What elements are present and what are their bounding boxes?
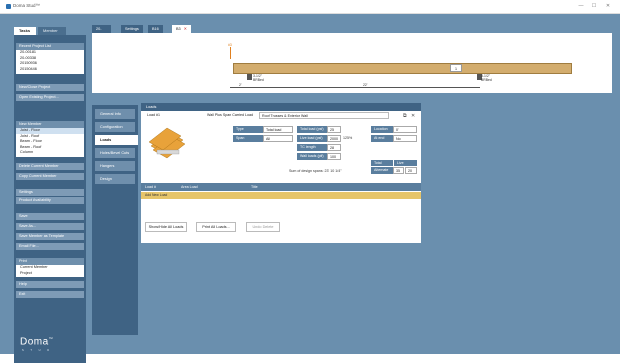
load-marker [230,47,235,59]
left-panel: Tasks Member Recent Project List 20-0018… [0,14,88,363]
print-project[interactable]: Project [16,271,84,277]
delete-load-icon[interactable]: ✕ [411,113,415,119]
span-dimension: 22' [363,83,368,87]
live-load-label: Live load (psf) [297,135,327,142]
left-dimension: 2' [239,83,242,87]
menu-general-info[interactable]: General Info [95,109,135,119]
copy-member-button[interactable]: Copy Current Member [16,173,84,180]
logo-subtitle: S T U D [22,349,53,352]
loads-table-header: Load # Area Load Title [141,183,421,191]
app-icon [6,4,11,9]
tasks-panel: Recent Project List 20-00181 20-00338 20… [14,35,86,363]
new-close-project-button[interactable]: New/Close Project [16,84,84,91]
alt-live-input[interactable]: 20 [405,167,417,174]
menu-hangers[interactable]: Hangers [95,161,135,171]
load-selector-row: Load #1 Wall Plus Span Carried Load Roof… [141,112,421,120]
delete-member-button[interactable]: Delete Current Member [16,163,84,170]
alternate-ratio-label: Alternate ratio [371,167,393,179]
menu-design[interactable]: Design [95,174,135,184]
design-span-sum: Sum of design spans: 23' 10 1/4" [289,169,342,173]
recent-project-item[interactable]: 20150446 [16,67,84,73]
tab-member[interactable]: Member [38,27,66,35]
undo-delete-button[interactable]: Undo Delete [246,222,280,232]
show-hide-loads-button[interactable]: Show/Hide All Loads [145,222,187,232]
tab-project[interactable]: 20-00180 [92,25,111,39]
title-bar: Doma Stud™ — ☐ ✕ [0,0,620,14]
menu-configuration[interactable]: Configuration [95,122,135,132]
tab-tasks[interactable]: Tasks [14,27,36,35]
recent-projects-header: Recent Project List [16,43,84,50]
close-button[interactable]: ✕ [603,2,613,11]
email-file-button[interactable]: Email File... [16,243,84,250]
recent-projects-list: 20-00181 20-00338 20150936 20150446 [16,50,84,74]
exit-button[interactable]: Exit [16,291,84,298]
window-title: Doma Stud™ [13,3,41,8]
menu-holes-bevel[interactable]: Holes/Bevel Cuts [95,148,135,158]
beam-label: 1 [450,64,462,72]
load-source-field[interactable]: Roof Trusses & Exterior Wall [259,112,389,119]
location-label: Location [371,126,393,133]
minimize-button[interactable]: — [576,2,586,11]
left-support-label: 3-1/2" BRBed [253,74,264,82]
beam-member [233,63,572,74]
tab-b3-label: B3 [176,27,181,31]
type-label: Type [233,126,263,133]
add-new-load-row[interactable]: Add New Load [141,192,421,199]
app-window: Doma Stud™ — ☐ ✕ Tasks Member Recent Pro… [0,0,620,363]
dimension-line [230,87,480,88]
col-area-load: Area Load [181,185,198,189]
tc-length-label: TC length [297,144,327,151]
print-header: Print [16,258,84,265]
total-column-head: Total [371,160,393,166]
span-select[interactable]: All [263,135,293,142]
close-tab-icon[interactable]: ✕ [184,27,187,31]
print-all-loads-button[interactable]: Print All Loads... [196,222,236,232]
help-button[interactable]: Help [16,281,84,288]
copy-icon[interactable]: ⧉ [403,113,407,119]
doma-logo: Doma™ [20,336,54,348]
save-as-button[interactable]: Save As... [16,223,84,230]
live-load-input[interactable]: 2000 [327,135,341,142]
menu-loads[interactable]: Loads [95,135,138,145]
tab-b3[interactable]: B3 ✕ [172,25,191,33]
save-button[interactable]: Save [16,213,84,220]
wall-loads-input[interactable]: 100 [327,153,341,160]
total-load-label: Total load (psf) [297,126,327,133]
member-menu: General Info Configuration Loads Holes/B… [92,105,138,335]
tab-settings[interactable]: Settings [121,25,143,33]
open-project-button[interactable]: Open Existing Project... [16,94,84,101]
location-input[interactable]: 0' [393,126,417,133]
new-member-list: Joist - Floor Joist - Roof Beam - Floor … [16,128,84,157]
col-title: Title [251,185,258,189]
load-name: Load #1 [145,112,173,119]
at-end-select[interactable]: No [393,135,417,142]
settings-button[interactable]: Settings [16,189,84,196]
left-support [247,74,252,80]
live-load-percent: 125% [343,136,353,140]
total-load-input[interactable]: 25 [327,126,341,133]
span-label: Span [233,135,263,142]
right-support-label: 3-1/2" BRBed [481,74,492,82]
roof-truss-image [148,127,186,159]
at-end-label: At end [371,135,393,142]
alt-total-input[interactable]: 35 [393,167,404,174]
type-select[interactable]: Total load [263,126,293,133]
member-type-item[interactable]: Column [16,150,84,156]
col-load: Load # [145,185,156,189]
product-availability-button[interactable]: Product Availability [16,197,84,204]
wall-loads-label: Wall loads (plf) [297,153,327,160]
new-member-header: New Member [16,121,84,128]
loads-header: Loads [141,103,421,111]
save-template-button[interactable]: Save Member as Template [16,233,84,240]
tc-length-input[interactable]: 28 [327,144,341,151]
print-list: Current Member Project [16,265,84,277]
beam-diagram: #3 1 3-1/2" BRBed 3-1/2" BRBed 2' 22' [92,33,612,93]
tab-b16[interactable]: B16 [148,25,163,33]
live-column-head: Live [394,160,417,166]
maximize-button[interactable]: ☐ [589,2,599,11]
